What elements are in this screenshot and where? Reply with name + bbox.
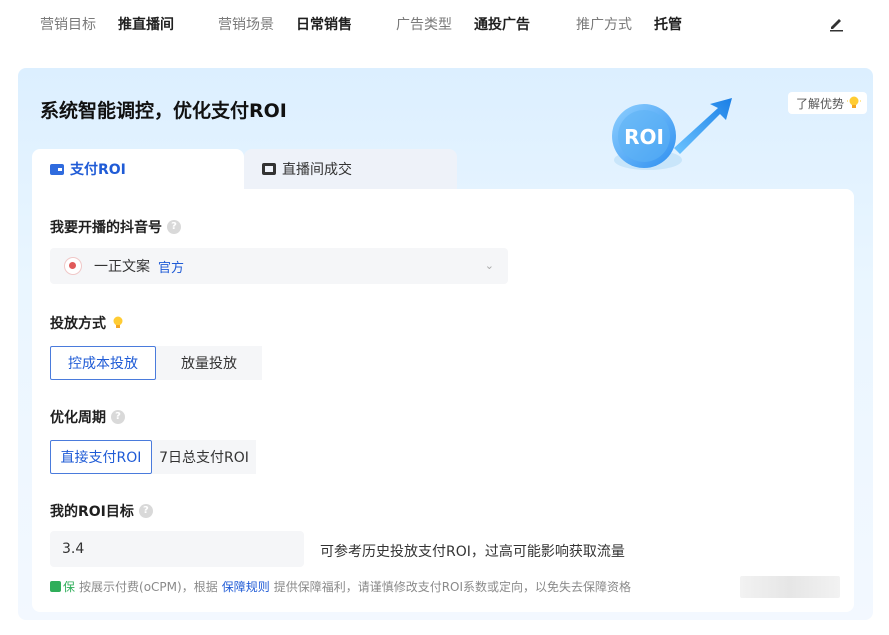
tab-live-deal[interactable]: 直播间成交 <box>244 149 457 189</box>
card-title: 系统智能调控，优化支付ROI <box>40 100 287 122</box>
campaign-summary-bar: 营销目标 推直播间 营销场景 日常销售 广告类型 通投广告 推广方式 托管 <box>0 0 889 48</box>
roi-strategy-card: 系统智能调控，优化支付ROI ROI 了解优势 支付ROI 直播间成交 我要开播… <box>18 68 873 620</box>
delivery-label: 投放方式 <box>50 316 106 332</box>
roi-target-label: 我的ROI目标 <box>50 504 134 520</box>
optimization-period-toggle: 直接支付ROI 7日总支付ROI <box>50 440 256 474</box>
roi-badge-text: ROI <box>624 125 664 149</box>
account-label: 我要开播的抖音号 <box>50 220 162 236</box>
account-section-header: 我要开播的抖音号 ? <box>50 217 181 237</box>
tab-pay-roi[interactable]: 支付ROI <box>32 149 244 189</box>
lightbulb-icon <box>847 96 861 108</box>
learn-advantages-button[interactable]: 了解优势 <box>787 92 867 114</box>
help-icon[interactable]: ? <box>111 410 125 424</box>
learn-advantages-label: 了解优势 <box>795 96 844 111</box>
delivery-section-header: 投放方式 <box>50 313 125 333</box>
marketing-scene-value: 日常销售 <box>296 17 352 33</box>
guarantee-badge: 保 <box>63 580 76 594</box>
avatar <box>64 257 82 275</box>
shield-icon <box>50 581 61 592</box>
guarantee-note: 保 按展示付费(oCPM)，根据 保障规则 提供保障福利，请谨慎修改支付ROI系… <box>50 578 631 595</box>
official-tag: 官方 <box>158 260 185 276</box>
direct-pay-roi-option[interactable]: 直接支付ROI <box>50 440 152 474</box>
help-icon[interactable]: ? <box>167 220 181 234</box>
cost-control-option[interactable]: 控成本投放 <box>50 346 156 380</box>
marketing-goal-label: 营销目标 <box>40 17 96 33</box>
wallet-icon <box>50 164 64 175</box>
blurred-area <box>740 576 840 598</box>
account-select[interactable]: 一正文案 官方 ⌄ <box>50 248 508 284</box>
volume-option[interactable]: 放量投放 <box>156 346 262 380</box>
seven-day-roi-option[interactable]: 7日总支付ROI <box>152 440 256 474</box>
period-section-header: 优化周期 ? <box>50 407 125 427</box>
ad-type-value: 通投广告 <box>474 17 530 33</box>
tab-pay-roi-label: 支付ROI <box>70 162 126 178</box>
marketing-scene-label: 营销场景 <box>218 17 274 33</box>
period-label: 优化周期 <box>50 410 106 426</box>
roi-target-input[interactable]: 3.4 <box>50 531 304 567</box>
tv-icon <box>262 163 276 175</box>
roi-target-hint: 可参考历史投放支付ROI，过高可能影响获取流量 <box>320 544 625 560</box>
pay-roi-form-panel: 我要开播的抖音号 ? 一正文案 官方 ⌄ 投放方式 控成本投放 放量投放 优化周… <box>32 189 854 612</box>
marketing-goal-value: 推直播间 <box>118 17 174 33</box>
guarantee-note-post: 提供保障福利，请谨慎修改支付ROI系数或定向，以免失去保障资格 <box>273 580 632 594</box>
promo-method-value: 托管 <box>654 17 682 33</box>
promo-method-label: 推广方式 <box>576 17 632 33</box>
chevron-down-icon: ⌄ <box>484 259 494 272</box>
tab-live-deal-label: 直播间成交 <box>282 162 352 178</box>
guarantee-note-pre: 按展示付费(oCPM)，根据 <box>79 580 218 594</box>
delivery-method-toggle: 控成本投放 放量投放 <box>50 346 262 380</box>
ad-type-label: 广告类型 <box>396 17 452 33</box>
lightbulb-icon[interactable] <box>111 315 125 331</box>
roi-target-section-header: 我的ROI目标 ? <box>50 501 153 521</box>
pencil-icon[interactable] <box>828 14 846 32</box>
guarantee-rules-link[interactable]: 保障规则 <box>222 578 270 595</box>
help-icon[interactable]: ? <box>138 504 153 518</box>
roi-growth-illustration: ROI <box>612 98 732 170</box>
account-name: 一正文案 <box>94 259 150 275</box>
